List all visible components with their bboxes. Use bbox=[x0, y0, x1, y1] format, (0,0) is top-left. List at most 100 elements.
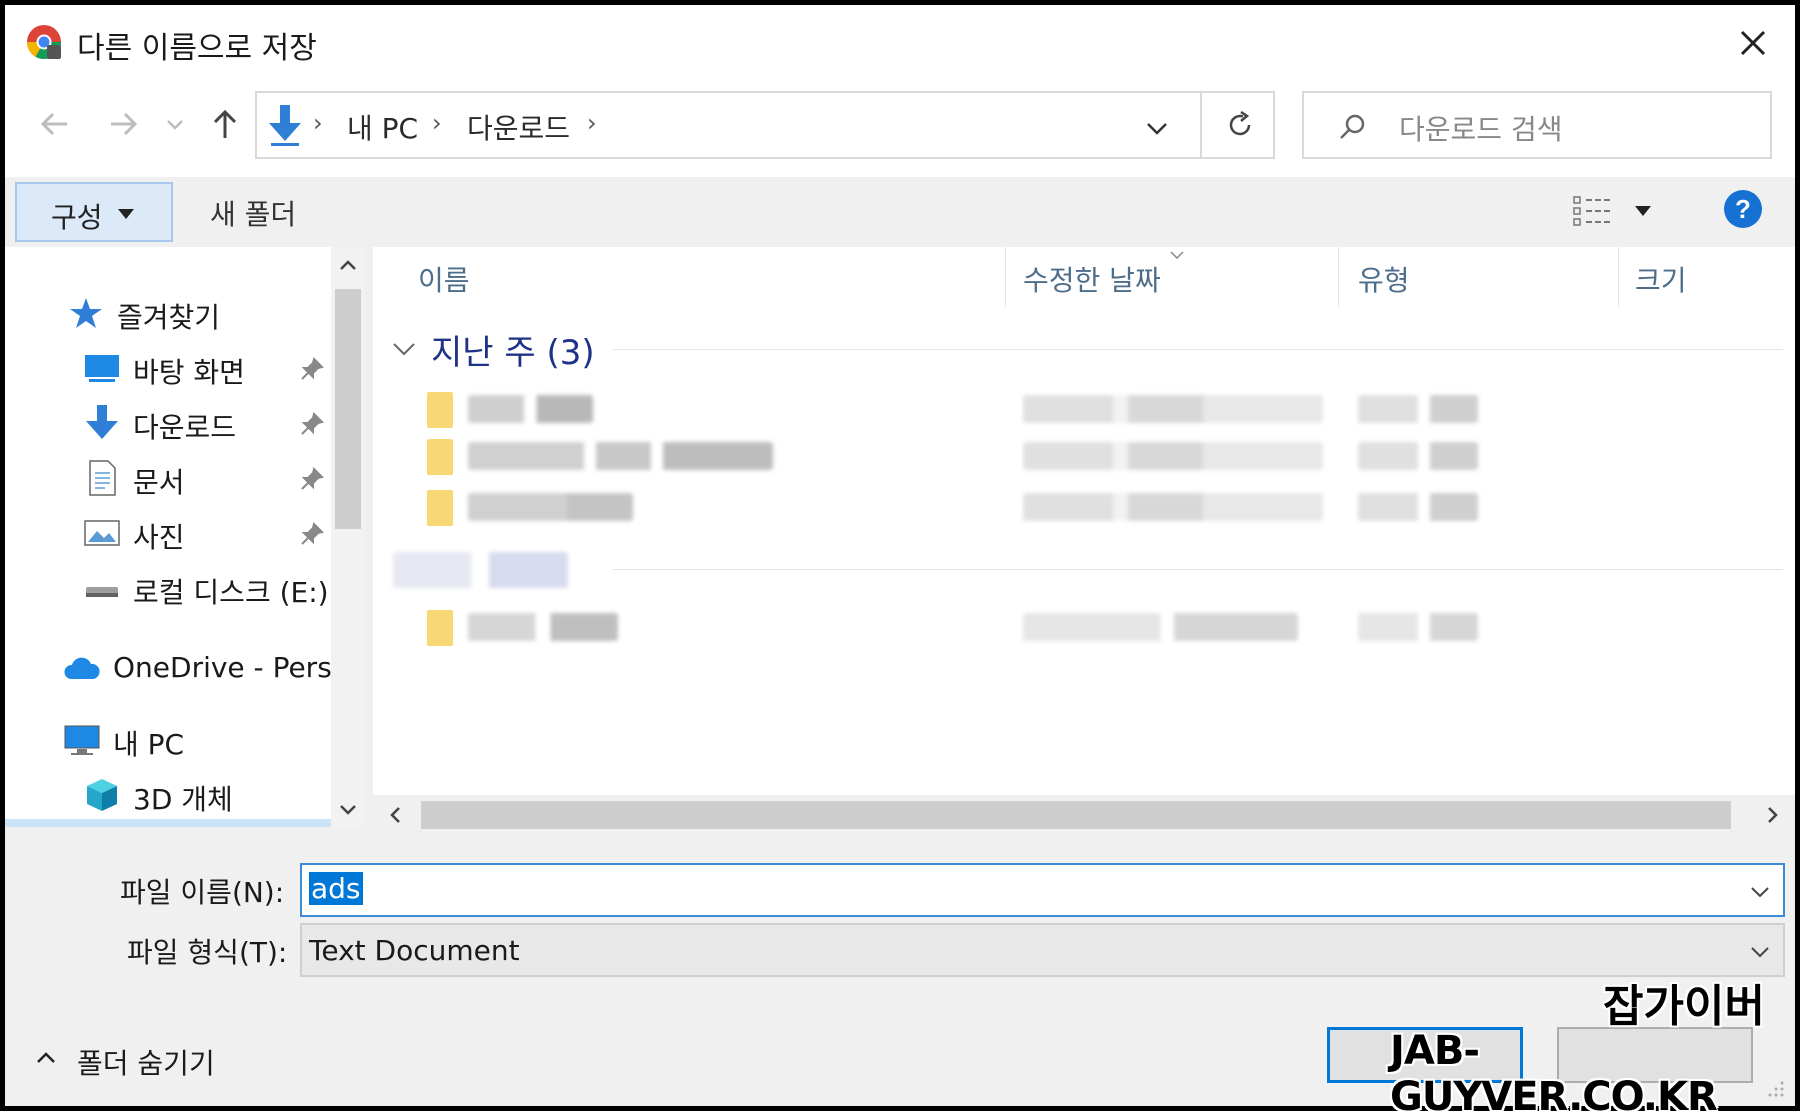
breadcrumb-my-pc[interactable]: 내 PC bbox=[347, 107, 418, 147]
refresh-icon bbox=[1229, 110, 1251, 136]
title-bar: 다른 이름으로 저장 bbox=[5, 5, 1795, 80]
selected-item-highlight bbox=[5, 819, 331, 827]
resize-grip-icon[interactable] bbox=[1765, 1078, 1785, 1098]
blurred-type bbox=[1358, 442, 1478, 470]
new-folder-button[interactable]: 새 폴더 bbox=[210, 193, 296, 233]
sort-chevron-icon bbox=[1170, 251, 1184, 260]
view-options-button[interactable] bbox=[1570, 191, 1660, 231]
sidebar-item-label: 로컬 디스크 (E:) bbox=[133, 576, 329, 609]
document-icon bbox=[89, 460, 116, 496]
sidebar-item-label: 문서 bbox=[133, 466, 185, 499]
pin-icon[interactable] bbox=[300, 412, 324, 436]
scroll-down-icon[interactable] bbox=[338, 802, 358, 818]
scrollbar-thumb[interactable] bbox=[335, 289, 361, 529]
breadcrumb-chevron-icon[interactable]: › bbox=[432, 109, 442, 137]
pin-icon[interactable] bbox=[300, 467, 324, 491]
hide-folders-label: 폴더 숨기기 bbox=[77, 1047, 215, 1080]
back-arrow-icon[interactable] bbox=[33, 102, 77, 146]
group-collapse-chevron-icon[interactable] bbox=[391, 339, 417, 359]
sidebar-item-label: 바탕 화면 bbox=[133, 356, 245, 389]
up-arrow-icon[interactable] bbox=[203, 102, 247, 146]
chrome-icon bbox=[27, 25, 61, 59]
folder-icon bbox=[427, 490, 453, 526]
organize-button[interactable]: 구성 bbox=[15, 182, 173, 242]
breadcrumb-chevron-icon[interactable]: › bbox=[313, 109, 323, 137]
blurred-filename bbox=[468, 395, 593, 423]
filename-value: ads bbox=[309, 872, 363, 905]
sidebar-item-label: 사진 bbox=[133, 521, 185, 554]
pictures-icon bbox=[84, 520, 120, 546]
column-header-type[interactable]: 유형 bbox=[1358, 259, 1410, 299]
scroll-up-icon[interactable] bbox=[338, 257, 358, 273]
column-header-date-modified[interactable]: 수정한 날짜 bbox=[1023, 259, 1161, 299]
watermark-url: JAB-GUYVER.CO.KR bbox=[1390, 1028, 1718, 1111]
chevron-up-icon bbox=[37, 1052, 55, 1063]
svg-text:?: ? bbox=[1735, 194, 1751, 224]
address-dropdown-icon[interactable] bbox=[1142, 113, 1172, 143]
navigation-pane: 즐겨찾기 바탕 화면 다운로드 문서 사진 로컬 디스크 (E:) OneDri… bbox=[5, 247, 365, 827]
search-placeholder: 다운로드 검색 bbox=[1399, 113, 1563, 146]
column-header-size[interactable]: 크기 bbox=[1635, 259, 1687, 299]
navigation-scrollbar[interactable] bbox=[331, 247, 365, 827]
file-list: 이름 수정한 날짜 유형 크기 지난 주 (3) bbox=[373, 247, 1795, 827]
dropdown-triangle-icon bbox=[1635, 206, 1651, 216]
details-view-icon bbox=[1573, 196, 1610, 226]
blurred-type bbox=[1358, 493, 1478, 521]
cube-icon bbox=[87, 779, 117, 811]
sidebar-item-label: 즐겨찾기 bbox=[117, 301, 221, 334]
scroll-left-icon[interactable] bbox=[387, 805, 403, 825]
sidebar-item-label: 다운로드 bbox=[133, 411, 237, 444]
pin-icon[interactable] bbox=[300, 357, 324, 381]
save-as-dialog: 다른 이름으로 저장 › 내 PC › 다운로드 › 다운로드 검색 구성 새 … bbox=[0, 0, 1800, 1111]
folder-icon bbox=[427, 392, 453, 428]
download-arrow-icon bbox=[269, 105, 301, 146]
desktop-icon bbox=[85, 355, 119, 382]
close-icon[interactable] bbox=[1729, 19, 1777, 67]
search-icon bbox=[1340, 114, 1365, 139]
chevron-down-icon[interactable] bbox=[1747, 939, 1773, 965]
scroll-right-icon[interactable] bbox=[1765, 805, 1781, 825]
blurred-date bbox=[1023, 442, 1323, 470]
group-divider bbox=[613, 349, 1783, 350]
folder-icon bbox=[427, 439, 453, 475]
address-bar[interactable]: › 내 PC › 다운로드 › bbox=[255, 91, 1275, 159]
search-input[interactable]: 다운로드 검색 bbox=[1302, 91, 1772, 159]
scrollbar-thumb[interactable] bbox=[421, 801, 1731, 829]
help-icon[interactable]: ? bbox=[1723, 189, 1763, 229]
forward-arrow-icon[interactable] bbox=[101, 102, 145, 146]
group-header[interactable]: 지난 주 (3) bbox=[431, 325, 595, 374]
download-arrow-icon bbox=[86, 405, 118, 439]
pin-icon[interactable] bbox=[300, 522, 324, 546]
organize-label: 구성 bbox=[51, 201, 103, 234]
blurred-date bbox=[1023, 493, 1323, 521]
breadcrumb-chevron-icon[interactable]: › bbox=[587, 109, 597, 137]
filename-field[interactable]: ads bbox=[300, 863, 1785, 917]
column-separator[interactable] bbox=[1005, 247, 1006, 307]
recent-locations-chevron-icon[interactable] bbox=[160, 102, 190, 146]
blurred-date bbox=[1023, 613, 1298, 641]
refresh-button[interactable] bbox=[1200, 91, 1277, 159]
star-icon bbox=[70, 298, 102, 328]
breadcrumb-downloads[interactable]: 다운로드 bbox=[467, 107, 570, 147]
blurred-group-header[interactable] bbox=[393, 552, 568, 588]
cloud-icon bbox=[64, 657, 100, 679]
filename-label: 파일 이름(N): bbox=[120, 876, 285, 909]
blurred-type bbox=[1358, 613, 1478, 641]
watermark-korean: 잡가이버 bbox=[1603, 981, 1765, 1032]
filetype-label: 파일 형식(T): bbox=[127, 936, 288, 969]
folder-icon bbox=[427, 610, 453, 646]
filetype-select[interactable]: Text Document bbox=[300, 923, 1785, 977]
column-header-name[interactable]: 이름 bbox=[418, 259, 470, 299]
column-separator[interactable] bbox=[1338, 247, 1339, 307]
blurred-filename bbox=[468, 442, 773, 470]
sidebar-item-label: 3D 개체 bbox=[133, 783, 233, 816]
chevron-down-icon[interactable] bbox=[1747, 879, 1773, 905]
group-divider bbox=[613, 569, 1783, 570]
horizontal-scrollbar[interactable] bbox=[373, 795, 1795, 835]
column-separator[interactable] bbox=[1618, 247, 1619, 307]
blurred-filename bbox=[468, 493, 633, 521]
filetype-value: Text Document bbox=[309, 934, 520, 967]
sidebar-item-label: 내 PC bbox=[113, 728, 185, 761]
sidebar-item-label: OneDrive - Persoı bbox=[113, 651, 357, 684]
blurred-type bbox=[1358, 395, 1478, 423]
